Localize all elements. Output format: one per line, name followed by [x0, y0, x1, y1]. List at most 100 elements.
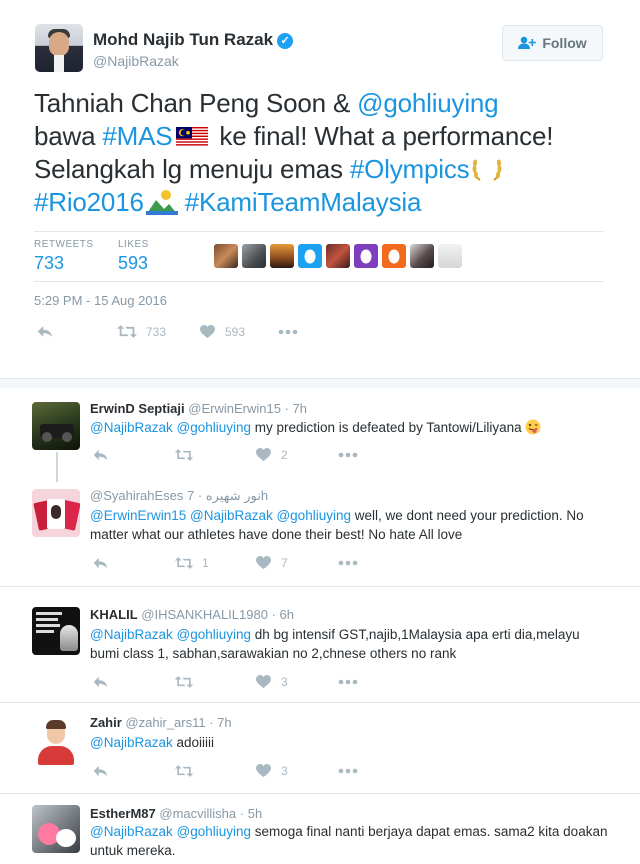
reply-mentions[interactable]: @NajibRazak @gohliuying [90, 627, 251, 642]
reply-avatar[interactable] [32, 805, 80, 853]
reply-author-handle[interactable]: @SyahirahEses [90, 488, 183, 503]
hashtag-rio2016[interactable]: #Rio2016 [34, 187, 144, 217]
like-button[interactable]: 593 [200, 324, 278, 339]
reply-actions: 2 [92, 448, 358, 462]
malaysia-flag-icon [176, 127, 209, 147]
reply-mentions[interactable]: @NajibRazak @gohliuying [90, 824, 251, 839]
reply-time[interactable]: · 5h [240, 806, 262, 821]
liker-avatar[interactable] [410, 244, 434, 268]
reply-time[interactable]: · 6h [272, 607, 294, 622]
like-button[interactable]: 7 [256, 556, 338, 570]
heart-icon [256, 556, 271, 570]
reply-actions: 3 [92, 675, 358, 689]
tweet-text: Tahniah Chan Peng Soon & @gohliuying baw… [34, 87, 614, 219]
reply-time[interactable]: · 7h [209, 715, 231, 730]
reply-tweet[interactable]: ErwinD Septiaji @ErwinErwin15 · 7h @Naji… [0, 389, 640, 475]
retweet-button[interactable] [174, 448, 256, 462]
reply-header: EstherM87 @macvillisha · 5h [90, 806, 262, 821]
profile-avatar[interactable] [35, 24, 83, 72]
reply-author-handle[interactable]: @zahir_ars11 [125, 715, 205, 730]
tweet-timestamp[interactable]: 5:29 PM - 15 Aug 2016 [34, 293, 167, 308]
liker-avatar[interactable] [354, 244, 378, 268]
like-count: 7 [281, 556, 288, 570]
reply-header: KHALIL @IHSANKHALIL1980 · 6h [90, 607, 294, 622]
liker-avatar[interactable] [326, 244, 350, 268]
reply-author-name[interactable]: ErwinD Septiaji [90, 401, 185, 416]
reply-tweet[interactable]: Zahir @zahir_ars11 · 7h @NajibRazak adoi… [0, 703, 640, 793]
mention-link[interactable]: @gohliuying [357, 88, 498, 118]
likes-count: 593 [118, 253, 149, 273]
retweet-button[interactable]: 733 [116, 324, 200, 339]
reply-text: @NajibRazak adoiiiii [90, 733, 610, 752]
more-button[interactable] [338, 452, 358, 458]
liker-avatar[interactable] [438, 244, 462, 268]
liker-avatar[interactable] [214, 244, 238, 268]
author-fullname[interactable]: Mohd Najib Tun Razak ✓ [93, 30, 294, 50]
hashtag-mas[interactable]: #MAS [102, 121, 172, 151]
more-button[interactable] [338, 679, 358, 685]
retweet-button[interactable] [174, 764, 256, 778]
reply-avatar[interactable] [32, 402, 80, 450]
like-count: 3 [281, 675, 288, 689]
like-button[interactable]: 2 [256, 448, 338, 462]
reply-header: ErwinD Septiaji @ErwinErwin15 · 7h [90, 401, 307, 416]
reply-button[interactable] [36, 324, 116, 339]
reply-tweet[interactable]: EstherM87 @macvillisha · 5h @NajibRazak … [0, 794, 640, 864]
reply-icon [92, 556, 109, 570]
reply-header: @SyahirahEses نور شهيره · 7h [90, 488, 268, 504]
winking-tongue-emoji-icon [525, 419, 541, 435]
reply-tweet[interactable]: @SyahirahEses نور شهيره · 7h @ErwinErwin… [0, 479, 640, 586]
reply-text: @NajibRazak @gohliuying semoga final nan… [90, 822, 610, 860]
reply-author-name[interactable]: EstherM87 [90, 806, 156, 821]
hashtag-kamiteammalaysia[interactable]: #KamiTeamMalaysia [185, 187, 422, 217]
reply-icon [92, 675, 109, 689]
reply-mentions[interactable]: @NajibRazak @gohliuying [90, 420, 251, 435]
reply-icon [92, 764, 109, 778]
retweets-stat[interactable]: RETWEETS 733 [34, 239, 94, 274]
reply-mentions[interactable]: @ErwinErwin15 @NajibRazak @gohliuying [90, 508, 351, 523]
reply-author-handle[interactable]: @IHSANKHALIL1980 [141, 607, 268, 622]
author-handle[interactable]: @NajibRazak [93, 53, 179, 69]
reply-author-name[interactable]: Zahir [90, 715, 122, 730]
reply-button[interactable] [92, 675, 174, 689]
main-tweet: Mohd Najib Tun Razak ✓ @NajibRazak Follow… [0, 0, 640, 378]
reply-avatar[interactable] [32, 607, 80, 655]
reply-avatar[interactable] [32, 717, 80, 765]
like-button[interactable]: 3 [256, 764, 338, 778]
retweet-icon [116, 324, 138, 339]
retweet-count: 1 [202, 556, 209, 570]
reply-author-name[interactable]: KHALIL [90, 607, 138, 622]
retweet-button[interactable]: 1 [174, 556, 256, 570]
reply-actions: 3 [92, 764, 358, 778]
retweets-label: RETWEETS [34, 239, 94, 250]
retweet-icon [174, 448, 194, 462]
retweets-count: 733 [34, 253, 65, 273]
more-button[interactable] [338, 768, 358, 774]
follow-label: Follow [542, 35, 587, 51]
more-button[interactable] [278, 329, 298, 335]
likes-stat[interactable]: LIKES 593 [118, 239, 149, 274]
reply-author-handle[interactable]: @macvillisha [159, 806, 236, 821]
reply-mentions[interactable]: @NajibRazak [90, 735, 173, 750]
liker-avatar[interactable] [242, 244, 266, 268]
liker-avatar[interactable] [270, 244, 294, 268]
hashtag-olympics[interactable]: #Olympics [350, 154, 470, 184]
reply-author-handle-rtl[interactable]: نور شهيره [206, 488, 261, 503]
more-icon [338, 560, 358, 566]
reply-tweet[interactable]: KHALIL @IHSANKHALIL1980 · 6h @NajibRazak… [0, 596, 640, 702]
liker-avatar[interactable] [382, 244, 406, 268]
liker-avatar[interactable] [298, 244, 322, 268]
author-fullname-text[interactable]: Mohd Najib Tun Razak [93, 30, 273, 49]
like-button[interactable]: 3 [256, 675, 338, 689]
retweet-icon [174, 764, 194, 778]
more-button[interactable] [338, 560, 358, 566]
reply-avatar[interactable] [32, 489, 80, 537]
reply-time[interactable]: · 7h [285, 401, 307, 416]
like-action-count: 593 [225, 324, 246, 339]
reply-author-handle[interactable]: @ErwinErwin15 [188, 401, 281, 416]
follow-button[interactable]: Follow [502, 25, 603, 61]
reply-button[interactable] [92, 764, 174, 778]
retweet-button[interactable] [174, 675, 256, 689]
reply-button[interactable] [92, 556, 174, 570]
reply-button[interactable] [92, 448, 174, 462]
